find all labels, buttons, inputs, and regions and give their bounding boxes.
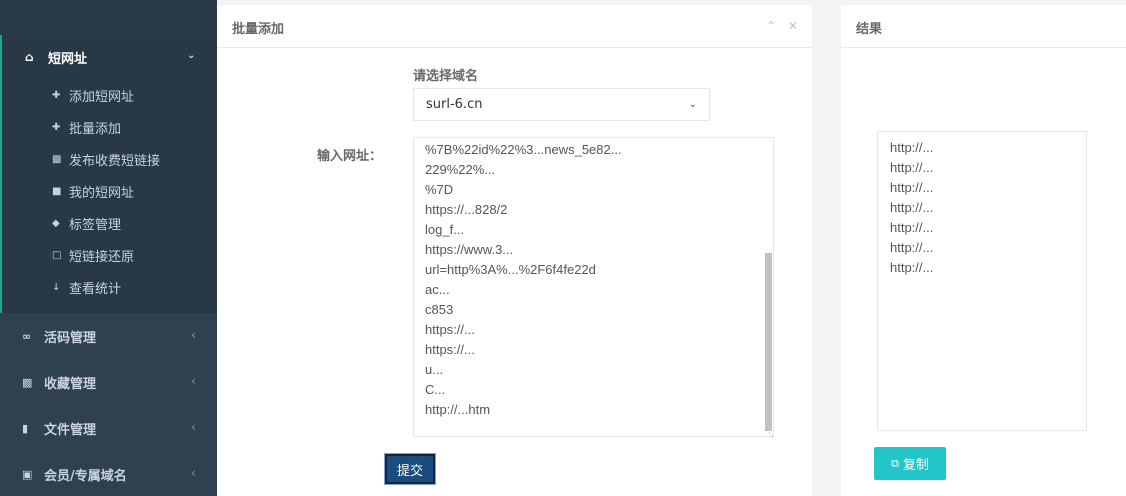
- url-textarea[interactable]: %7B%22id%22%3...news_5e82... 229%22%... …: [413, 137, 774, 437]
- domain-select[interactable]: surl-6.cn ⌄: [413, 88, 710, 121]
- collapse-icon[interactable]: ⌃: [766, 19, 776, 33]
- sidebar-active-section: [0, 35, 217, 313]
- sidebar-item-short-url[interactable]: ⌂ 短网址: [25, 47, 87, 67]
- resize-grip-icon[interactable]: ⋱: [765, 429, 774, 439]
- tags-icon: ◆: [52, 217, 60, 229]
- folder-open-icon: □: [52, 249, 62, 261]
- result-line: http://...: [890, 220, 934, 235]
- sidebar-item-tags[interactable]: ◆ 标签管理: [52, 214, 121, 233]
- money-icon: ▩: [52, 153, 62, 165]
- result-line: http://...: [890, 200, 934, 215]
- yandex-icon: ▩: [22, 375, 33, 389]
- sidebar-item-membership[interactable]: ▣ 会员/专属域名: [22, 464, 127, 484]
- result-textarea[interactable]: http://... http://... http://... http://...…: [877, 131, 1087, 431]
- result-line: http://...: [890, 240, 934, 255]
- sidebar-item-my-short-urls[interactable]: ■ 我的短网址: [52, 182, 134, 201]
- sidebar-item-batch-add[interactable]: ✚ 批量添加: [52, 118, 121, 137]
- result-line: http://...: [890, 160, 934, 175]
- home-icon: ⌂: [25, 50, 34, 64]
- chevron-left-icon: ‹: [191, 374, 196, 388]
- result-line: http://...: [890, 180, 934, 195]
- folder-icon: ■: [52, 185, 62, 197]
- sidebar-item-restore-link[interactable]: □ 短链接还原: [52, 246, 134, 265]
- sidebar-header: [0, 0, 217, 35]
- sidebar-item-favorites[interactable]: ▩ 收藏管理: [22, 372, 96, 392]
- sidebar-item-files[interactable]: ▮ 文件管理: [22, 418, 96, 438]
- url-label: 输入网址：: [317, 149, 383, 164]
- thermometer-icon: ↓: [52, 281, 61, 293]
- plus-icon: ✚: [52, 89, 61, 101]
- chevron-left-icon: ‹: [191, 328, 196, 342]
- sidebar-item-label: 短网址: [48, 51, 88, 67]
- file-icon: ▮: [22, 421, 29, 435]
- submit-button[interactable]: 提交: [384, 453, 436, 485]
- result-panel: 结果 http://... http://... http://... http://…: [841, 5, 1126, 496]
- chevron-left-icon: ‹: [191, 420, 196, 434]
- copy-button[interactable]: ⧉ 复制: [874, 447, 946, 480]
- domain-label: 请选择域名: [413, 69, 479, 84]
- result-line: http://...: [890, 260, 934, 275]
- sidebar-item-add-short-url[interactable]: ✚ 添加短网址: [52, 86, 134, 105]
- copy-icon: ⧉: [891, 456, 899, 470]
- sidebar-item-paid-link[interactable]: ▩ 发布收费短链接: [52, 150, 160, 169]
- batch-add-panel: 批量添加 ⌃ ✕ 请选择域名 surl-6.cn ⌄ 输入网址： %7B%22i…: [217, 5, 812, 496]
- plus-icon: ✚: [52, 121, 61, 133]
- close-icon[interactable]: ✕: [788, 19, 798, 33]
- copy-button-label: 复制: [902, 458, 929, 473]
- panel-title: 结果: [841, 5, 1126, 48]
- bicycle-icon: ∞: [22, 329, 32, 343]
- domain-selected-value: surl-6.cn: [426, 97, 483, 112]
- sidebar-item-live-code[interactable]: ∞ 活码管理: [22, 326, 96, 346]
- chevron-down-icon: ⌄: [187, 50, 196, 61]
- chevron-left-icon: ‹: [191, 466, 196, 480]
- panel-title: 批量添加: [217, 5, 812, 48]
- sidebar-item-stats[interactable]: ↓ 查看统计: [52, 278, 121, 297]
- textarea-scrollbar[interactable]: [765, 253, 772, 431]
- sidebar: ⌂ 短网址 ⌄ ✚ 添加短网址 ✚ 批量添加 ▩ 发布收费短链接 ■ 我的短网址…: [0, 0, 217, 496]
- panel-tools: ⌃ ✕: [758, 19, 798, 33]
- cart-icon: ▣: [22, 467, 33, 481]
- chevron-down-icon: ⌄: [688, 99, 697, 110]
- result-line: http://...: [890, 140, 934, 155]
